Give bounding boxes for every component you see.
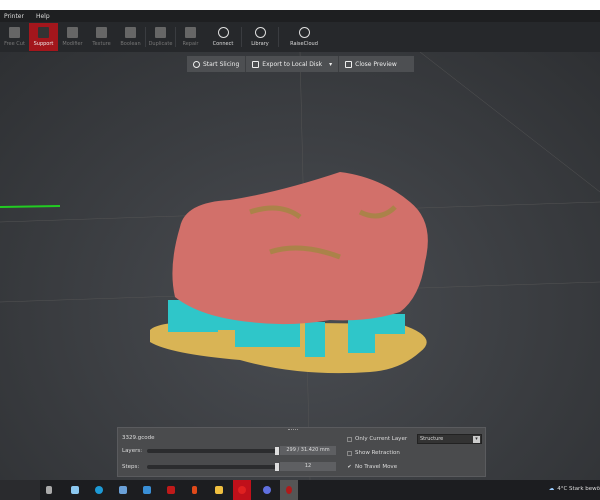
repair-icon [185,27,196,38]
label: Library [251,41,269,47]
layers-field[interactable]: 299 / 31.420 mm [280,446,336,455]
raise3d-icon[interactable] [280,480,298,500]
mail-icon[interactable] [140,480,153,500]
search-box[interactable] [0,480,40,500]
menu-help[interactable]: Help [36,13,50,20]
boolean-button[interactable]: Boolean [116,23,145,51]
file-explorer-icon[interactable] [212,480,225,500]
weather-icon: ☁ [548,486,555,492]
checkbox[interactable] [347,436,352,442]
duplicate-button[interactable]: Duplicate [146,23,175,51]
raisecloud-button[interactable]: RaiseCloud [279,23,329,51]
label: Export to Local Disk [262,60,323,68]
duplicate-icon [155,27,166,38]
preview-panel: 3329.gcode Layers: 299 / 31.420 mm Steps… [117,427,486,477]
office-icon[interactable] [188,480,201,500]
only-current-layer-checkbox[interactable]: Only Current Layer [347,436,407,442]
menu-bar: Printer Help [0,10,600,22]
connect-button[interactable]: Connect [205,23,241,51]
texture-icon [96,27,107,38]
edge-icon[interactable] [92,480,105,500]
model-preview [0,51,600,481]
menu-printer[interactable]: Printer [4,13,24,20]
label: Repair [182,41,199,47]
label: Modifier [62,41,83,47]
taskbar: ☁ 4°C Stark bewö [0,480,600,500]
layers-label: Layers: [122,448,143,454]
checkbox[interactable] [347,450,352,456]
opera-icon[interactable] [233,480,251,500]
cloud-icon [298,27,310,38]
label: No Travel Move [355,464,398,470]
layers-slider[interactable] [147,447,279,455]
store-icon[interactable] [116,480,129,500]
start-slicing-button[interactable]: Start Slicing [187,56,245,72]
label: Duplicate [148,41,173,47]
slider-thumb[interactable] [275,463,279,471]
library-button[interactable]: Library [242,23,278,51]
3d-viewport[interactable] [0,51,600,481]
x-axis-line [0,205,61,208]
steps-field[interactable]: 12 [280,462,336,471]
label: Boolean [120,41,141,47]
label: Texture [92,41,111,47]
chevron-down-icon[interactable]: ▾ [329,61,332,68]
task-view-icon[interactable] [42,480,55,500]
steps-slider[interactable] [147,463,279,471]
weather-widget[interactable]: ☁ 4°C Stark bewö [549,486,600,492]
steps-label: Steps: [122,464,140,470]
show-retraction-checkbox[interactable]: Show Retraction [347,450,400,456]
filename: 3329.gcode [122,435,155,441]
label: Show Retraction [355,450,400,456]
label: RaiseCloud [290,41,318,47]
view-mode-select[interactable]: Structure ▾ [417,434,482,444]
toolbar: Free Cut Support Modifier Texture Boolea… [0,22,600,52]
slider-thumb[interactable] [275,447,279,455]
support-icon [38,27,49,38]
no-travel-move-checkbox[interactable]: ✔ No Travel Move [347,464,397,470]
selected-value: Structure [420,436,444,442]
label: Free Cut [4,41,25,47]
modifier-button[interactable]: Modifier [58,23,87,51]
label: Support [33,41,54,47]
label: Connect [212,41,234,47]
label: Close Preview [355,60,397,68]
close-preview-button[interactable]: Close Preview [338,56,403,72]
label: Start Slicing [203,60,240,68]
chevron-down-icon: ▾ [473,436,480,443]
free-cut-icon [9,27,20,38]
game-icon[interactable] [164,480,177,500]
onedrive-icon[interactable] [68,480,81,500]
action-bar: Start Slicing Export to Local Disk ▾ Clos… [187,56,414,72]
repair-button[interactable]: Repair [176,23,205,51]
check-icon[interactable]: ✔ [347,464,352,470]
library-icon [254,27,266,38]
texture-button[interactable]: Texture [87,23,116,51]
play-icon [193,60,200,68]
connect-icon [217,27,229,38]
save-icon [252,60,260,68]
free-cut-button[interactable]: Free Cut [0,23,29,51]
label: Only Current Layer [355,436,408,442]
drag-handle[interactable] [288,429,298,430]
support-button[interactable]: Support [29,23,58,51]
weather-text: 4°C Stark bewö [557,486,600,492]
boolean-icon [125,27,136,38]
close-preview-icon [345,60,353,68]
export-button[interactable]: Export to Local Disk ▾ [245,56,338,72]
modifier-icon [67,27,78,38]
chat-icon[interactable] [260,480,273,500]
